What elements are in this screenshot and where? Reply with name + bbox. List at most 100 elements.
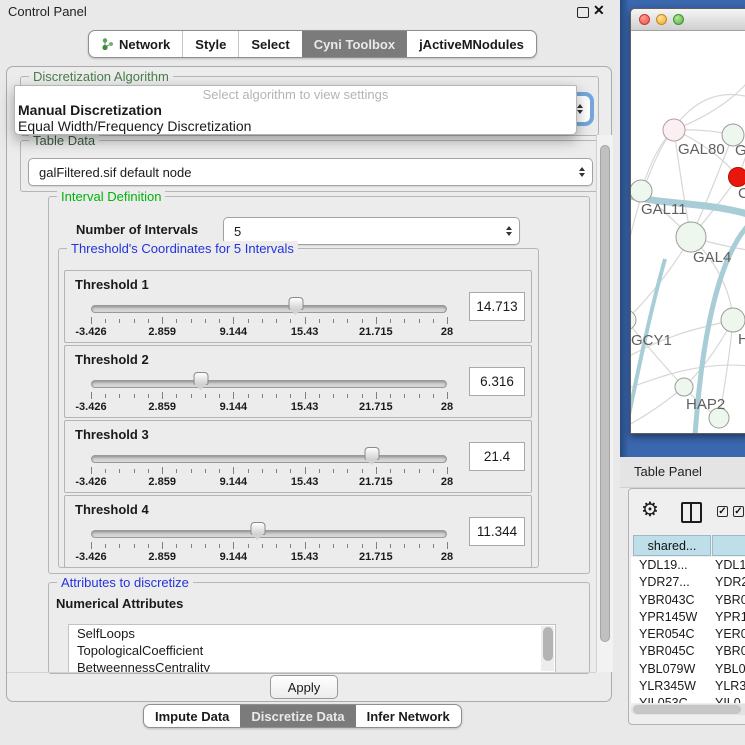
- num-intervals-label: Number of Intervals: [76, 222, 198, 237]
- slider-tick-labels: -3.4262.8599.14415.4321.71528: [91, 401, 447, 413]
- float-window-icon[interactable]: [577, 7, 589, 18]
- tab-network[interactable]: Network: [89, 31, 182, 57]
- cell-shared-name: YDL19...: [639, 558, 688, 572]
- minimize-traffic-light-icon[interactable]: [656, 14, 667, 25]
- node-label-gcy1: GCY1: [631, 332, 672, 349]
- algorithm-dropdown-popup: Select algorithm to view settings Manual…: [14, 85, 577, 135]
- threshold-1-slider[interactable]: -3.4262.8599.14415.4321.71528: [91, 295, 447, 339]
- content-scrollbar-thumb[interactable]: [600, 145, 610, 642]
- attributes-scrollbar[interactable]: [541, 626, 554, 671]
- threshold-3-value[interactable]: 21.4: [469, 442, 525, 471]
- node-gal80[interactable]: [663, 119, 685, 141]
- tick-label: 2.859: [148, 551, 176, 563]
- node-label-gal4: GAL4: [693, 249, 731, 266]
- tab-discretize-data[interactable]: Discretize Data: [240, 705, 355, 727]
- cell-name: YER0: [715, 627, 745, 641]
- tab-label: Infer Network: [367, 709, 450, 724]
- node-label-gal80: GAL80: [678, 141, 725, 158]
- popup-option-manual-discretization[interactable]: Manual Discretization: [15, 102, 576, 118]
- threshold-label: Threshold 4: [75, 502, 149, 517]
- zoom-traffic-light-icon[interactable]: [673, 14, 684, 25]
- node-selected-red[interactable]: [729, 168, 745, 187]
- popup-items: Manual DiscretizationEqual Width/Frequen…: [15, 102, 576, 134]
- tab-infer-network[interactable]: Infer Network: [356, 705, 461, 727]
- tick-label: -3.426: [75, 401, 106, 413]
- table-data-combobox-value: galFiltered.sif default node: [39, 165, 191, 180]
- table-row[interactable]: YPR145WYPR1: [631, 609, 745, 626]
- tick-label: -3.426: [75, 476, 106, 488]
- close-traffic-light-icon[interactable]: [639, 14, 650, 25]
- slider-thumb[interactable]: [251, 522, 266, 535]
- slider-track[interactable]: [91, 530, 447, 538]
- split-columns-icon[interactable]: [681, 502, 702, 523]
- tick-label: 15.43: [291, 551, 319, 563]
- tick-label: 28: [441, 476, 453, 488]
- cell-shared-name: YBR043C: [639, 593, 695, 607]
- numerical-attributes-list[interactable]: SelfLoopsTopologicalCoefficientBetweenne…: [68, 624, 556, 673]
- tab-jactivemnodules[interactable]: jActiveMNodules: [407, 31, 536, 57]
- node-hap2[interactable]: [675, 378, 693, 396]
- threshold-4-slider[interactable]: -3.4262.8599.14415.4321.71528: [91, 520, 447, 564]
- network-window-titlebar[interactable]: [631, 9, 745, 31]
- table-row[interactable]: YLR345WYLR3: [631, 678, 745, 695]
- column-header-name[interactable]: n: [712, 535, 745, 556]
- tick-label: 21.715: [359, 476, 393, 488]
- slider-track[interactable]: [91, 455, 447, 463]
- tab-select[interactable]: Select: [238, 31, 301, 57]
- column-header-shared-name[interactable]: shared...: [633, 535, 711, 556]
- slider-thumb[interactable]: [365, 447, 380, 460]
- table-row[interactable]: YBL079WYBL0: [631, 661, 745, 678]
- table-rows[interactable]: YDL19...YDL1YDR27...YDR2YBR043CYBR0YPR14…: [631, 557, 745, 703]
- apply-button[interactable]: Apply: [270, 675, 338, 699]
- table-hscrollbar-thumb[interactable]: [633, 705, 741, 714]
- slider-thumb[interactable]: [194, 372, 209, 385]
- tab-style[interactable]: Style: [182, 31, 238, 57]
- table-row[interactable]: YIL053CYIL0: [631, 695, 745, 703]
- node-label-hap2: HAP2: [686, 396, 725, 413]
- tab-label: Cyni Toolbox: [314, 37, 395, 52]
- close-icon[interactable]: ✕: [593, 2, 605, 19]
- table-row[interactable]: YDR27...YDR2: [631, 574, 745, 591]
- table-data-combobox[interactable]: galFiltered.sif default node: [28, 158, 593, 186]
- tab-cyni-toolbox[interactable]: Cyni Toolbox: [302, 31, 407, 57]
- network-canvas[interactable]: GAL80GACGAL11GAL4GCY1HHAP2: [631, 31, 745, 433]
- attribute-item[interactable]: SelfLoops: [69, 625, 555, 642]
- num-intervals-value: 5: [234, 224, 241, 239]
- node-gcy1[interactable]: [631, 310, 636, 330]
- node-gal11[interactable]: [631, 180, 652, 202]
- cell-name: YIL0: [715, 696, 741, 703]
- threshold-1-value[interactable]: 14.713: [469, 292, 525, 321]
- threshold-3-slider[interactable]: -3.4262.8599.14415.4321.71528: [91, 445, 447, 489]
- threshold-4-value[interactable]: 11.344: [469, 517, 525, 546]
- tick-label: 9.144: [220, 551, 248, 563]
- table-row[interactable]: YDL19...YDL1: [631, 557, 745, 574]
- gear-icon[interactable]: ⚙: [641, 497, 659, 522]
- table-row[interactable]: YBR045CYBR0: [631, 643, 745, 660]
- attribute-item[interactable]: TopologicalCoefficient: [69, 642, 555, 659]
- app-root: Control Panel ✕ NetworkStyleSelectCyni T…: [0, 0, 745, 745]
- slider-track[interactable]: [91, 305, 447, 313]
- slider-ticks: [91, 317, 447, 325]
- slider-track[interactable]: [91, 380, 447, 388]
- table-row[interactable]: YER054CYER0: [631, 626, 745, 643]
- tab-impute-data[interactable]: Impute Data: [144, 705, 240, 727]
- node-label-ga: GA: [735, 142, 745, 159]
- checkbox-icon[interactable]: ✓: [733, 506, 744, 517]
- node-gal4[interactable]: [676, 222, 706, 252]
- table-hscrollbar[interactable]: [631, 704, 745, 715]
- threshold-2-panel: Threshold 2-3.4262.8599.14415.4321.71528…: [64, 345, 532, 418]
- content-scrollbar[interactable]: [596, 135, 613, 672]
- checkbox-icon[interactable]: ✓: [717, 506, 728, 517]
- node[interactable]: [721, 308, 745, 332]
- popup-option-equal-width-frequency-discretization[interactable]: Equal Width/Frequency Discretization: [15, 118, 576, 134]
- combo-stepper-icon: [506, 226, 512, 236]
- threshold-2-slider[interactable]: -3.4262.8599.14415.4321.71528: [91, 370, 447, 414]
- table-row[interactable]: YBR043CYBR0: [631, 592, 745, 609]
- threshold-2-value[interactable]: 6.316: [469, 367, 525, 396]
- attribute-item[interactable]: BetweennessCentrality: [69, 659, 555, 673]
- thresholds-group-title: Threshold's Coordinates for 5 Intervals: [67, 241, 298, 256]
- tick-label: 9.144: [220, 326, 248, 338]
- slider-thumb[interactable]: [289, 297, 304, 310]
- top-tab-strip: NetworkStyleSelect Cyni Toolbox jActiveMNo…: [88, 30, 537, 58]
- slider-tick-labels: -3.4262.8599.14415.4321.71528: [91, 326, 447, 338]
